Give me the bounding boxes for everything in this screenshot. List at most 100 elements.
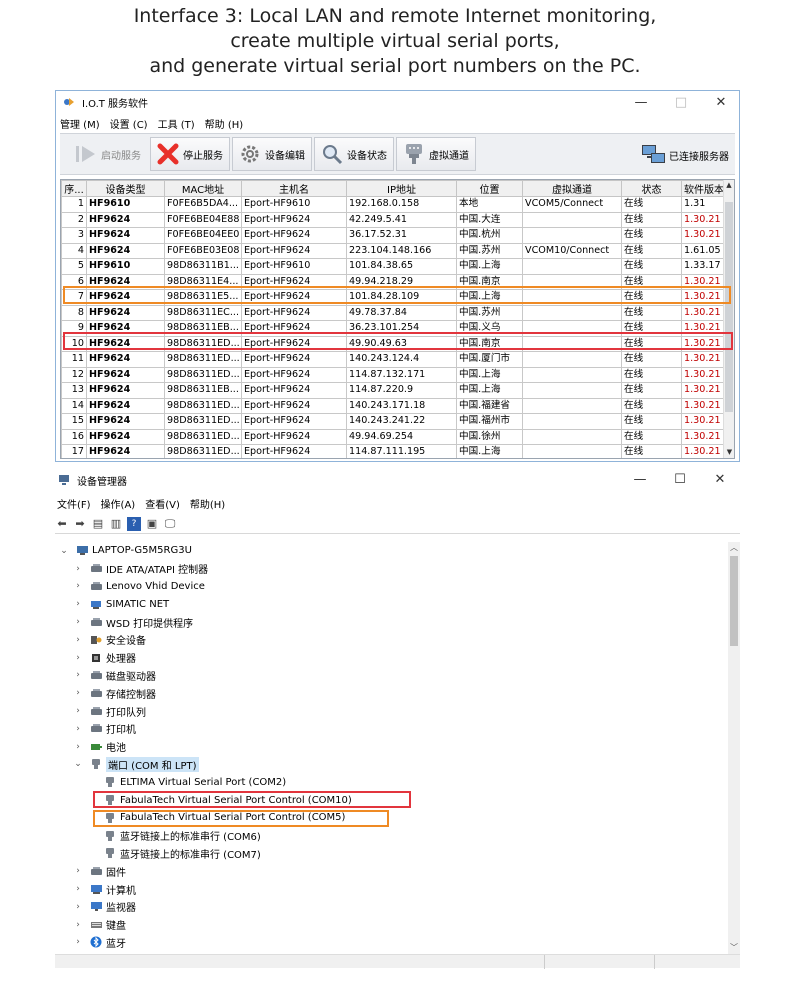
tree-category-item[interactable]: › 监视器: [55, 898, 727, 916]
table-row[interactable]: 12 HF9624 98D86311ED... Eport-HF9624 114.87.…: [61, 366, 727, 383]
table-row[interactable]: 14 HF9624 98D86311ED... Eport-HF9624 140.243…: [61, 397, 727, 414]
column-header-version[interactable]: 软件版本: [681, 180, 727, 197]
tree-child-item[interactable]: FabulaTech Virtual Serial Port Control (…: [55, 809, 727, 827]
expand-caret-icon[interactable]: ›: [73, 617, 83, 627]
help-icon[interactable]: ?: [127, 516, 141, 531]
monitor-scan-icon[interactable]: 🖵: [163, 517, 177, 531]
expand-caret-icon[interactable]: ›: [73, 866, 83, 876]
minimize-button[interactable]: —: [621, 91, 661, 113]
device-status-button[interactable]: 设备状态: [314, 137, 394, 171]
tree-category-item[interactable]: › 打印队列: [55, 702, 727, 720]
table-row[interactable]: 4 HF9624 F0FE6BE03E08 Eport-HF9624 223.104.1…: [61, 242, 727, 259]
tree-category-item[interactable]: › 电池: [55, 738, 727, 756]
tree-category-item[interactable]: › 键盘: [55, 916, 727, 934]
expand-caret-icon[interactable]: ›: [73, 599, 83, 609]
tree-category-item[interactable]: › 打印机: [55, 720, 727, 738]
forward-arrow-icon[interactable]: ➡: [73, 517, 87, 531]
table-row[interactable]: 7 HF9624 98D86311E5... Eport-HF9624 101.84.2…: [61, 289, 727, 306]
expand-caret-icon[interactable]: ›: [73, 653, 83, 663]
expand-caret-icon[interactable]: ›: [73, 564, 83, 574]
tree-category-item[interactable]: › 存储控制器: [55, 684, 727, 702]
device-grid-scrollbar[interactable]: ▲ ▼: [723, 180, 734, 458]
expand-caret-icon[interactable]: ›: [73, 724, 83, 734]
tree-child-item[interactable]: FabulaTech Virtual Serial Port Control (…: [55, 791, 727, 809]
expand-caret-icon[interactable]: ›: [73, 920, 83, 930]
table-row[interactable]: 2 HF9624 F0FE6BE04E88 Eport-HF9624 42.249.5.…: [61, 211, 727, 228]
column-header-status[interactable]: 状态: [621, 180, 682, 197]
tree-category-item[interactable]: › Lenovo Vhid Device: [55, 578, 727, 596]
devmgr-close-button[interactable]: ✕: [700, 468, 740, 490]
expand-caret-icon[interactable]: ›: [73, 902, 83, 912]
tree-category-item[interactable]: › 处理器: [55, 649, 727, 667]
back-arrow-icon[interactable]: ⬅: [55, 517, 69, 531]
devmgr-minimize-button[interactable]: —: [620, 468, 660, 490]
tree-category-item[interactable]: › WSD 打印提供程序: [55, 613, 727, 631]
table-row[interactable]: 16 HF9624 98D86311ED... Eport-HF9624 49.94.6…: [61, 428, 727, 445]
tree-category-item[interactable]: › 安全设备: [55, 631, 727, 649]
device-tree-scrollbar[interactable]: ︿ ﹀: [728, 542, 740, 954]
tree-child-item[interactable]: ELTIMA Virtual Serial Port (COM2): [55, 773, 727, 791]
table-row[interactable]: 6 HF9624 98D86311E4... Eport-HF9624 49.94.21…: [61, 273, 727, 290]
column-header-ip[interactable]: IP地址: [346, 180, 457, 197]
table-row[interactable]: 11 HF9624 98D86311ED... Eport-HF9624 140.243…: [61, 351, 727, 368]
document-icon[interactable]: ▥: [109, 517, 123, 531]
expand-caret-icon[interactable]: ›: [73, 670, 83, 680]
collapse-caret-icon[interactable]: ⌄: [59, 546, 69, 556]
menu-tools[interactable]: 工具 (T): [158, 116, 195, 131]
tree-scroll-down-icon[interactable]: ﹀: [728, 942, 740, 954]
expand-caret-icon[interactable]: ›: [73, 742, 83, 752]
column-header-index[interactable]: 序...: [61, 180, 87, 197]
column-header-location[interactable]: 位置: [456, 180, 523, 197]
expand-caret-icon[interactable]: ›: [73, 884, 83, 894]
tree-child-item[interactable]: 蓝牙链接上的标准串行 (COM6): [55, 827, 727, 845]
table-row[interactable]: 3 HF9624 F0FE6BE04EE0 Eport-HF9624 36.17.52.…: [61, 227, 727, 244]
device-edit-button[interactable]: 设备编辑: [232, 137, 312, 171]
tree-category-item[interactable]: › 固件: [55, 862, 727, 880]
column-header-virtual-channel[interactable]: 虚拟通道: [522, 180, 622, 197]
virtual-channel-button[interactable]: 虚拟通道: [396, 137, 476, 171]
collapse-caret-icon[interactable]: ⌄: [73, 759, 83, 769]
column-header-mac[interactable]: MAC地址: [164, 180, 242, 197]
properties-icon[interactable]: ▤: [91, 517, 105, 531]
expand-caret-icon[interactable]: ›: [73, 581, 83, 591]
expand-caret-icon[interactable]: ›: [73, 635, 83, 645]
tree-scroll-thumb[interactable]: [730, 556, 738, 646]
table-row[interactable]: 5 HF9610 98D86311B1... Eport-HF9610 101.84.3…: [61, 258, 727, 275]
stop-service-button[interactable]: 停止服务: [150, 137, 230, 171]
menu-help[interactable]: 帮助 (H): [205, 116, 244, 131]
scroll-down-arrow-icon[interactable]: ▼: [724, 447, 734, 458]
column-header-device-type[interactable]: 设备类型: [86, 180, 165, 197]
scroll-up-arrow-icon[interactable]: ▲: [724, 180, 734, 191]
close-button[interactable]: ✕: [701, 91, 741, 113]
tree-root[interactable]: ⌄ LAPTOP-G5M5RG3U: [55, 542, 727, 560]
table-row[interactable]: 17 HF9624 98D86311ED... Eport-HF9624 114.87.…: [61, 444, 727, 458]
menu-manage[interactable]: 管理 (M): [60, 116, 100, 131]
table-row[interactable]: 8 HF9624 98D86311EC... Eport-HF9624 49.78.37…: [61, 304, 727, 321]
tree-category-item[interactable]: ⌄ 端口 (COM 和 LPT): [55, 756, 727, 774]
tree-category-item[interactable]: › 计算机: [55, 880, 727, 898]
scroll-thumb[interactable]: [725, 202, 733, 412]
devmgr-maximize-button[interactable]: ☐: [660, 468, 700, 490]
expand-caret-icon[interactable]: ›: [73, 688, 83, 698]
tree-category-item[interactable]: › 蓝牙: [55, 934, 727, 952]
maximize-button[interactable]: □: [661, 91, 701, 113]
tree-scroll-up-icon[interactable]: ︿: [728, 542, 740, 554]
window-icon[interactable]: ▣: [145, 517, 159, 531]
table-row[interactable]: 1 HF9610 F0FE6B5DA4... Eport-HF9610 192.168.…: [61, 196, 727, 213]
tree-category-item[interactable]: › IDE ATA/ATAPI 控制器: [55, 560, 727, 578]
menu-settings[interactable]: 设置 (C): [110, 116, 148, 131]
table-row[interactable]: 13 HF9624 98D86311EB... Eport-HF9624 114.87.…: [61, 382, 727, 399]
start-service-button[interactable]: 启动服务: [68, 137, 148, 171]
table-row[interactable]: 10 HF9624 98D86311ED... Eport-HF9624 49.90.4…: [61, 335, 727, 352]
table-row[interactable]: 9 HF9624 98D86311EB... Eport-HF9624 36.23.10…: [61, 320, 727, 337]
menu-view[interactable]: 查看(V): [145, 496, 180, 511]
expand-caret-icon[interactable]: ›: [73, 937, 83, 947]
table-row[interactable]: 15 HF9624 98D86311ED... Eport-HF9624 140.243…: [61, 413, 727, 430]
menu-file[interactable]: 文件(F): [57, 496, 91, 511]
expand-caret-icon[interactable]: ›: [73, 706, 83, 716]
menu-action[interactable]: 操作(A): [101, 496, 136, 511]
tree-child-item[interactable]: 蓝牙链接上的标准串行 (COM7): [55, 845, 727, 863]
tree-category-item[interactable]: › 磁盘驱动器: [55, 667, 727, 685]
tree-category-item[interactable]: › SIMATIC NET: [55, 595, 727, 613]
menu-help-devmgr[interactable]: 帮助(H): [190, 496, 225, 511]
